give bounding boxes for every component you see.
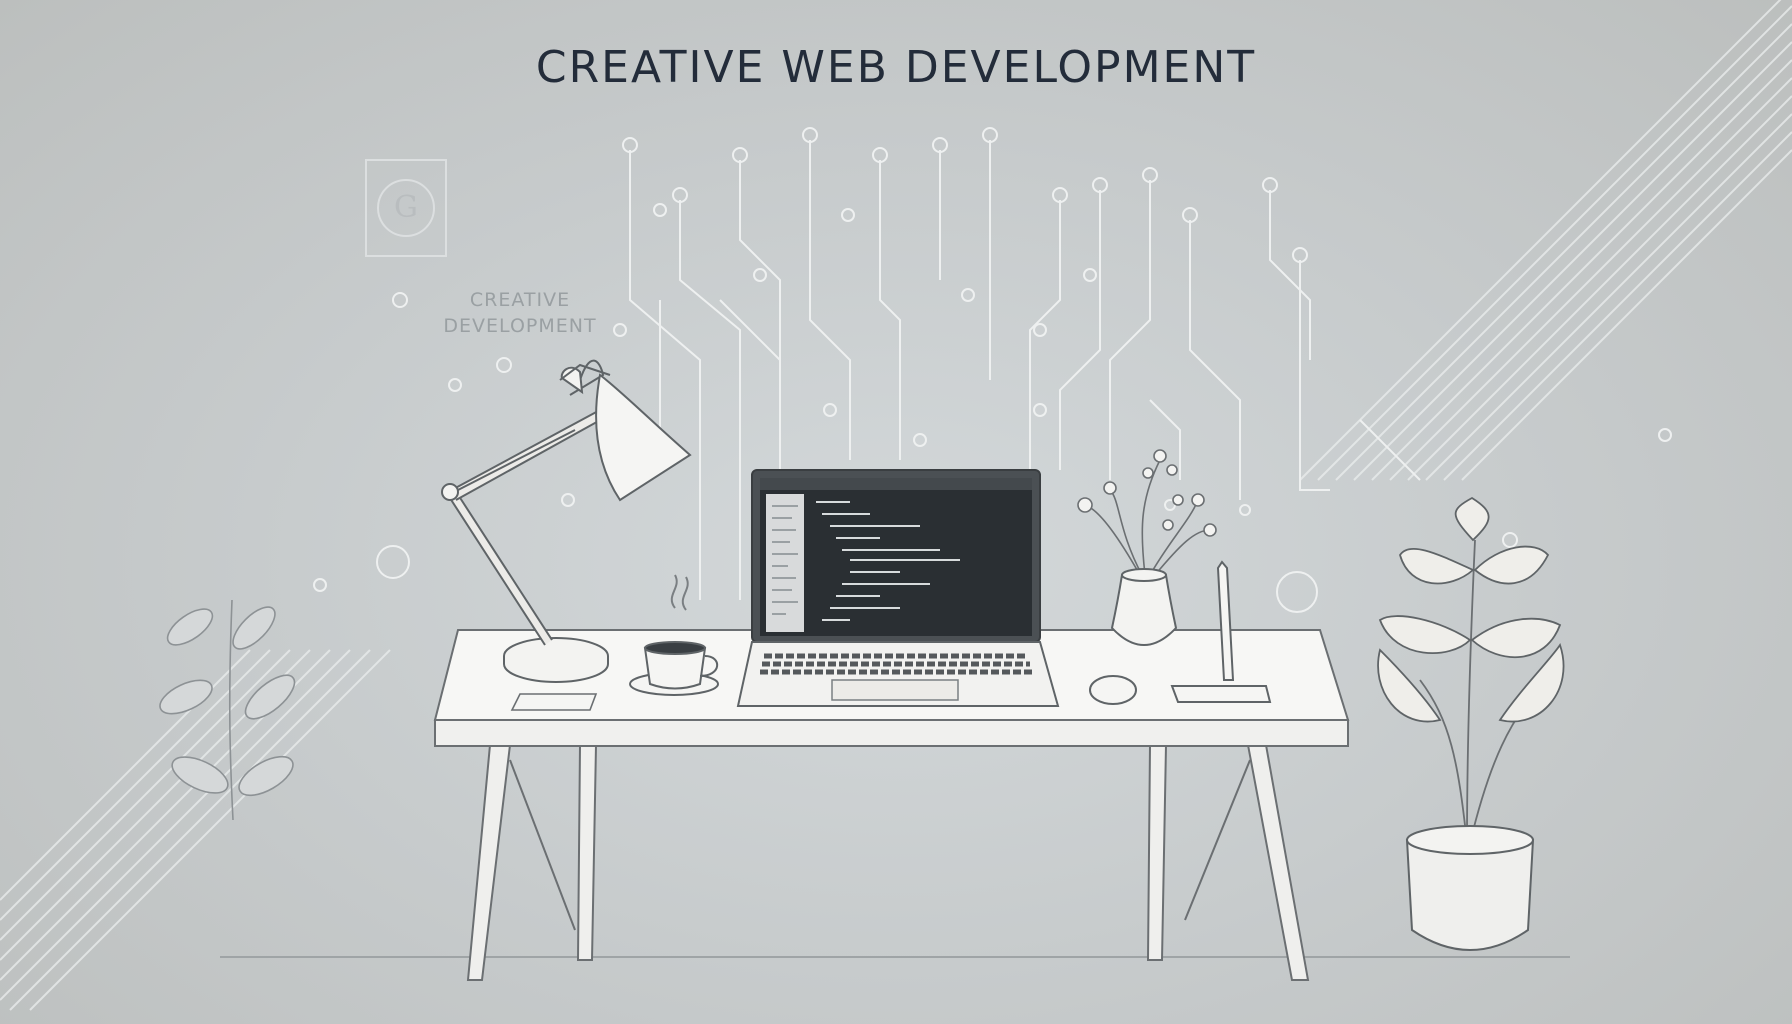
potted-plant-icon <box>1377 496 1565 951</box>
laptop-icon <box>736 469 1060 707</box>
side-label-line1: CREATIVE <box>469 289 571 311</box>
side-label-line2: DEVELOPMENT <box>443 315 597 337</box>
scene-artwork <box>0 0 1792 1011</box>
illustration: CREATIVE WEB DEVELOPMENT G CREATIVE DEVE… <box>0 0 1792 1024</box>
notepad-icon <box>510 693 598 711</box>
desk-legs <box>466 744 1310 981</box>
leaf-branch-icon <box>159 599 296 821</box>
mouse-icon <box>1089 675 1137 705</box>
badge-letter: G <box>394 190 418 225</box>
page-title: CREATIVE WEB DEVELOPMENT <box>535 42 1257 93</box>
flower-vase-icon <box>1077 449 1217 646</box>
